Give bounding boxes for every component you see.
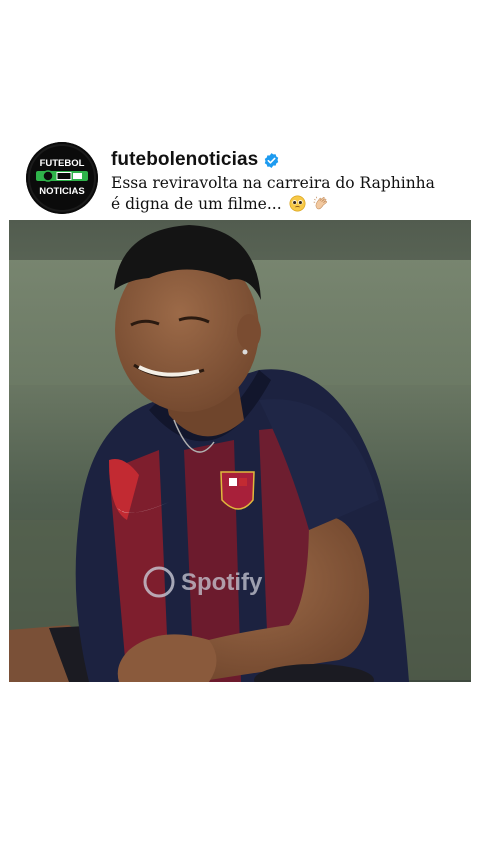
- screen-icon: [73, 173, 82, 179]
- caption-line-2-wrap: é digna de um filme...: [111, 194, 471, 215]
- page: FUTEBOL NOTICIAS futebolenoticias Essa r…: [0, 0, 480, 854]
- clapping-hands-icon: [313, 196, 327, 210]
- pleading-face-icon: [289, 195, 306, 212]
- caption-line-2: é digna de um filme...: [111, 195, 282, 213]
- goal-icon: [56, 172, 72, 180]
- username[interactable]: futebolenoticias: [111, 149, 258, 171]
- avatar-text-bottom: NOTICIAS: [39, 186, 84, 197]
- jersey-sponsor: Spotify: [181, 569, 263, 596]
- avatar-logo: FUTEBOL NOTICIAS: [26, 142, 98, 214]
- header-text: futebolenoticias Essa reviravolta na car…: [111, 148, 471, 215]
- post-media[interactable]: Spotify: [9, 220, 471, 682]
- video-frame-image: Spotify: [9, 220, 471, 682]
- avatar-text-top: FUTEBOL: [40, 158, 85, 169]
- verified-badge-icon: [265, 152, 279, 168]
- post-caption: Essa reviravolta na carreira do Raphinha…: [111, 173, 471, 215]
- profile-avatar[interactable]: FUTEBOL NOTICIAS: [26, 142, 98, 214]
- username-row: futebolenoticias: [111, 148, 471, 172]
- post-header: FUTEBOL NOTICIAS futebolenoticias Essa r…: [26, 140, 466, 216]
- football-icon: [42, 170, 54, 182]
- caption-line-1: Essa reviravolta na carreira do Raphinha: [111, 174, 435, 192]
